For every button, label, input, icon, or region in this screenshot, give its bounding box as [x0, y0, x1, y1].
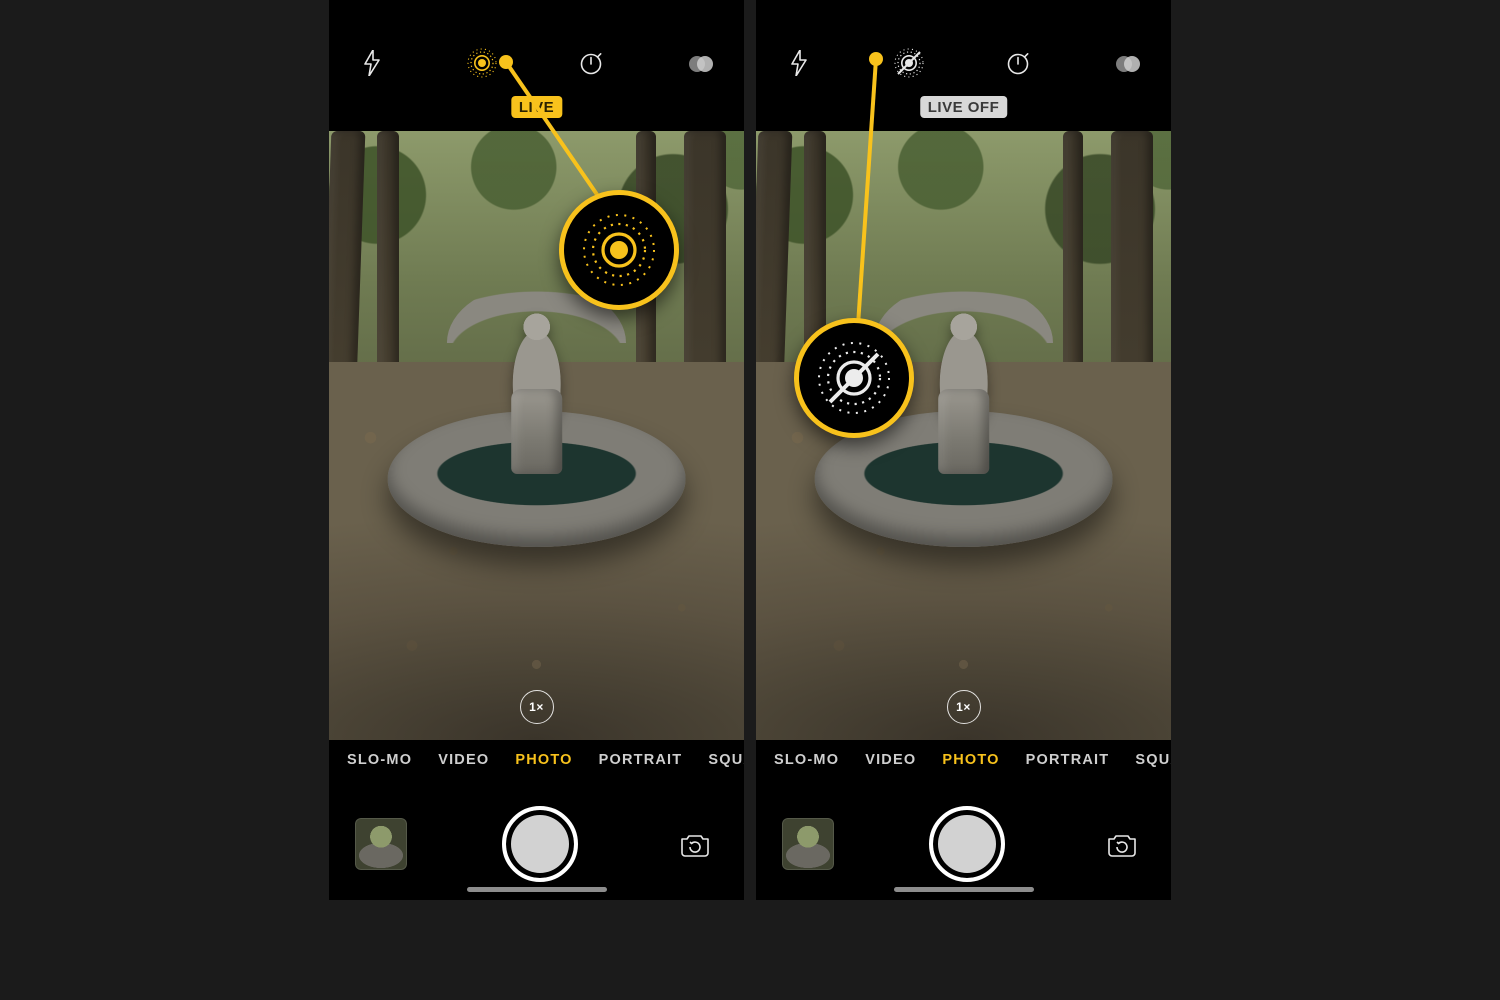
- phone-right: LIVE OFF 1× SLO-MO VIDEO PHOTO: [756, 0, 1171, 900]
- annotation-anchor-dot: [869, 52, 883, 66]
- annotation-anchor-dot: [499, 55, 513, 69]
- comparison-stage: LIVE 1× SLO-MO VIDEO PHOTO: [0, 0, 1500, 1000]
- annotation-leader-line: [756, 0, 1171, 900]
- phone-left: LIVE 1× SLO-MO VIDEO PHOTO: [329, 0, 744, 900]
- annotation-callout-live-on: [559, 190, 679, 310]
- live-photo-off-icon: [812, 336, 896, 420]
- live-photo-on-icon: [577, 208, 661, 292]
- annotation-callout-live-off: [794, 318, 914, 438]
- annotation-leader-line: [329, 0, 744, 900]
